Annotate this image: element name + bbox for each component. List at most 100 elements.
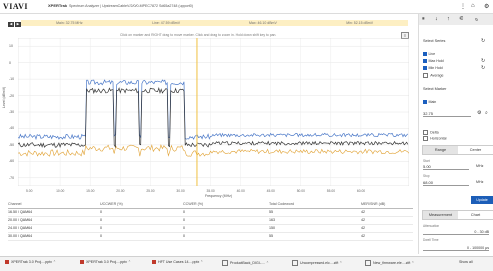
page-title: Spectrum Analyzer | UpstreamCableV/2/0/0… [69,3,193,8]
start-input[interactable]: 5.00 [423,164,469,170]
x-tick-label: 20.00 [116,189,125,193]
pause-icon[interactable]: ⏸ [422,16,425,23]
download-item[interactable]: HFT Use Cases 14....pptx ⌃ [152,260,203,265]
x-tick-label: 45.00 [266,189,275,193]
y-axis-title: Level (dBmV) [2,86,6,108]
reset-maxhold-icon[interactable]: ↻ [481,58,485,64]
spectrum-chart[interactable] [18,38,409,186]
tab-center[interactable]: Center [458,146,493,154]
cell: 42 [361,218,365,222]
col-uccwer[interactable]: UCCWER (%) [100,201,183,208]
table-row[interactable]: 20.00 / QAM64 0 0 163 42 [8,217,413,225]
y-tick-label: 0 [9,60,11,65]
col-channel[interactable]: Channel [8,201,100,208]
col-ccwer[interactable]: CCWER (%) [183,201,269,208]
max-hold-trace [18,79,409,141]
x-tick-label: 55.00 [326,189,336,193]
table-row[interactable]: 16.50 / QAM64 0 0 55 42 [8,209,413,217]
dwell-time-input[interactable]: 0 - 100000 μs [423,246,489,251]
cell: 16.50 / QAM64 [8,210,33,214]
search-icon[interactable]: ⌕ [485,110,488,116]
app-brand: XPERTrak [48,3,68,8]
col-mer-snr[interactable]: MER/SNR (dB) [361,201,413,208]
x-tick-label: 40.00 [236,189,245,193]
marker-readout-max: Max: 46.10 dBmV [248,21,277,25]
pptx-file-icon [152,260,156,265]
range-tabs: Range Center [422,145,493,155]
stop-input[interactable]: 68.00 [423,180,469,186]
cell: 0 [100,218,102,222]
cell: 42 [361,226,365,230]
marker-value-input[interactable]: 32.75 [423,111,471,117]
download-item[interactable]: New_firmware.ele....zift ⌃ [365,260,414,266]
cell: 150 [269,226,275,230]
zip-file-icon [365,260,371,266]
home-icon[interactable]: ⌂ [471,3,475,9]
download-item[interactable]: ProductBack_DIGI-.... ⌃ [222,260,269,266]
pptx-file-icon [80,260,84,265]
cell: 0 [183,234,185,238]
y-tick-label: -70 [9,175,15,180]
cell: 0 [100,234,102,238]
live-trace [18,87,409,149]
x-tick-label: 10.00 [56,189,65,193]
tab-measurement[interactable]: Measurement [423,211,458,219]
marker-nav: ◀ ▶ [8,21,22,27]
marker-readout-bar: Main: 32.75 MHz Line: 47.59 dBmV Max: 46… [21,20,408,26]
more-vertical-icon[interactable]: ⋮ [460,3,466,10]
col-total-codeword[interactable]: Total Codeword [269,201,361,208]
cell: 20.00 / QAM64 [8,218,33,222]
cell: 0 [100,210,102,214]
marker-readout-min: Min: 52.15 dBmV [346,21,374,25]
gear-icon[interactable]: ⚙ [477,110,481,116]
cell: 0 [183,218,185,222]
marker-main-checkbox[interactable]: Main [423,100,436,104]
y-tick-label: -50 [9,142,15,147]
tab-chart[interactable]: Chart [458,211,493,219]
measurement-tabs: Measurement Chart [422,210,493,220]
download-item[interactable]: Uncompressed.elc....zift ⌃ [292,260,342,266]
select-marker-title: Select Marker [423,87,447,91]
pptx-file-icon [5,260,9,265]
settings-sliders-icon[interactable]: ⚟ [459,16,464,22]
series-minhold-checkbox[interactable]: Min Hold [423,66,443,70]
cell: 163 [269,218,275,222]
table-header: Channel UCCWER (%) CCWER (%) Total Codew… [8,201,413,209]
cell: 0 [100,226,102,230]
gear-icon[interactable]: ⚙ [484,3,489,10]
upload-icon[interactable]: ↑ [447,16,450,22]
file-icon [222,260,228,266]
series-maxhold-checkbox[interactable]: Max Hold [423,59,444,63]
panel-toolbar [419,14,493,25]
marker-delta-checkbox[interactable]: Delta [423,130,439,136]
attenuation-label: Attenuation [423,224,440,228]
x-axis-title: Frequency (MHz) [205,194,233,198]
download-icon[interactable]: ↓ [435,16,438,22]
x-tick-label: 50.00 [296,189,305,193]
cell: 42 [361,210,365,214]
series-average-checkbox[interactable]: Average [423,73,444,79]
cell: 0 [183,226,185,230]
marker-horizontal-checkbox[interactable]: Horizontal [423,136,446,142]
y-tick-label: -60 [9,159,15,164]
tab-range[interactable]: Range [423,146,458,154]
cell: 42 [361,234,365,238]
channel-table: Channel UCCWER (%) CCWER (%) Total Codew… [8,201,413,241]
table-row[interactable]: 30.00 / QAM64 0 0 55 42 [8,233,413,241]
plot-hint: Click on marker and RIGHT drag to move m… [120,33,277,37]
reset-minhold-icon[interactable]: ↻ [481,65,485,71]
y-tick-label: 10 [9,44,13,49]
series-live-checkbox[interactable]: Live [423,52,435,56]
zip-file-icon [292,260,298,266]
update-button[interactable]: Update [471,196,493,204]
prev-marker-button[interactable]: ◀ [8,22,14,27]
start-label: Start [423,159,430,163]
reset-series-icon[interactable]: ↻ [481,38,485,44]
table-row[interactable]: 24.00 / QAM64 0 0 150 42 [8,225,413,233]
x-tick-label: 30.00 [176,189,185,193]
attenuation-input[interactable]: 0 - 30 dB [423,230,489,235]
download-item[interactable]: XPERTrak 3.0 Proj....pptx ⌃ [80,260,131,265]
refresh-icon[interactable]: ↻ [475,17,478,22]
show-all-button[interactable]: Show all [459,260,473,264]
download-item[interactable]: XPERTrak 3.0 Proj....pptx ⌃ [5,260,56,265]
